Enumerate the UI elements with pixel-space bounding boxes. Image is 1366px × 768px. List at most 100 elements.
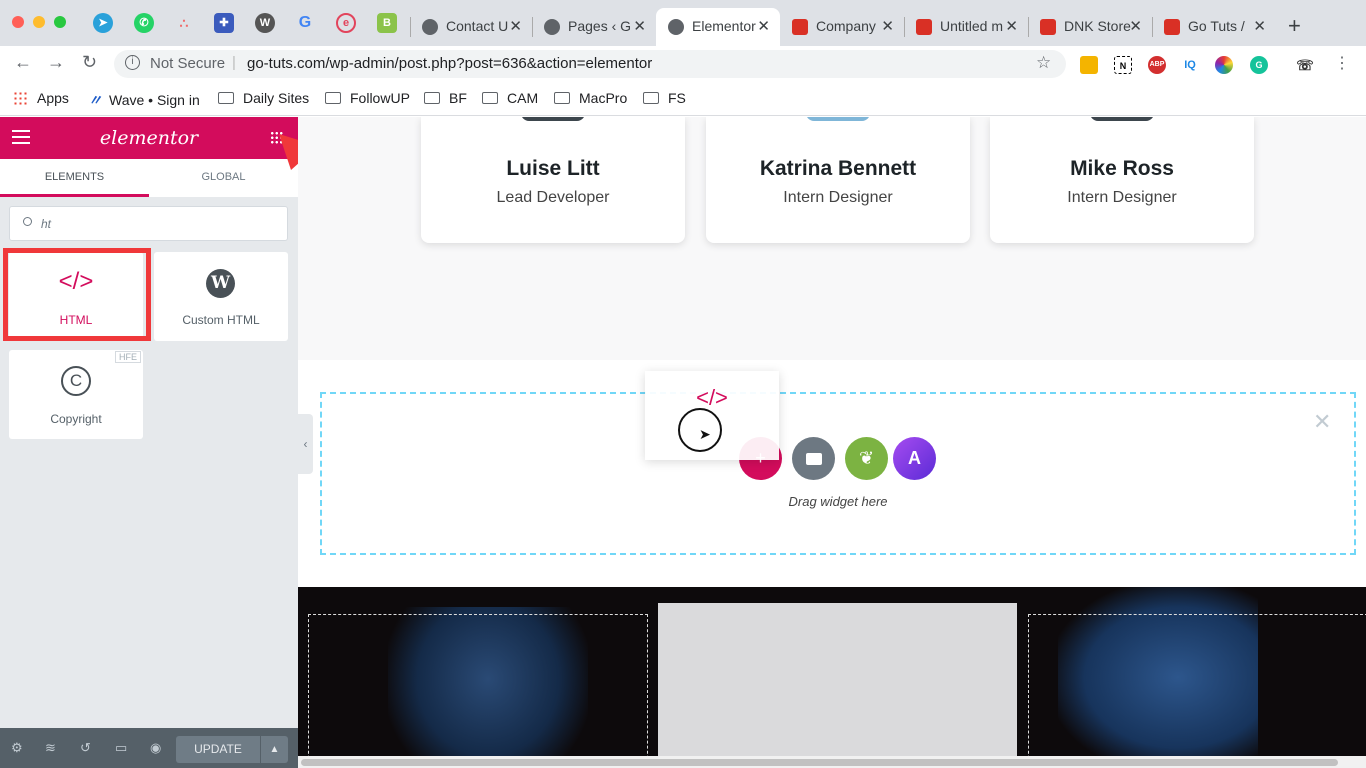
elementor-canvas: Luise Litt Lead Developer Katrina Bennet… — [298, 117, 1366, 768]
close-tab-icon[interactable]: ✕ — [1129, 17, 1142, 35]
maps-pin-icon — [916, 19, 932, 35]
globe-icon — [422, 19, 438, 35]
globe-icon — [668, 19, 684, 35]
history-icon[interactable]: ↺ — [80, 740, 91, 756]
bookmark-apps[interactable]: Apps — [13, 90, 69, 106]
browser-tab[interactable]: Company ✕ — [780, 8, 904, 46]
bookmark-folder-fs[interactable]: FS — [643, 90, 686, 106]
close-tab-icon[interactable]: ✕ — [1253, 17, 1266, 35]
url-text[interactable]: go-tuts.com/wp-admin/post.php?post=636&a… — [247, 55, 652, 72]
close-icon[interactable]: ✕ — [1313, 409, 1331, 435]
elementor-logo: elementor — [99, 127, 199, 149]
globe-icon — [544, 19, 560, 35]
search-icon — [23, 217, 32, 226]
bookmark-wave[interactable]: 〃 Wave • Sign in — [88, 90, 200, 110]
responsive-mode-icon[interactable]: ▭ — [115, 740, 127, 756]
close-tab-icon[interactable]: ✕ — [881, 17, 894, 35]
google-tab-icon[interactable]: G — [295, 13, 315, 33]
browser-tab[interactable]: Untitled m ✕ — [904, 8, 1028, 46]
team-card[interactable]: Katrina Bennett Intern Designer — [706, 117, 970, 243]
navigator-layers-icon[interactable]: ≋ — [45, 740, 56, 756]
forward-arrow-icon[interactable]: → — [47, 52, 65, 73]
content-box — [658, 603, 1017, 768]
browser-tab[interactable]: DNK Store ✕ — [1028, 8, 1152, 46]
wordpress-icon: W — [206, 269, 235, 298]
dragged-widget-ghost: </> ➤ — [645, 371, 779, 460]
address-bar[interactable]: i Not Secure | go-tuts.com/wp-admin/post… — [114, 50, 1066, 78]
whatsapp-tab-icon[interactable]: ✆ — [134, 13, 154, 33]
adblock-extension-icon[interactable]: ABP — [1148, 56, 1166, 74]
folder-icon — [325, 92, 341, 104]
settings-icon[interactable]: ⚙ — [11, 740, 23, 756]
folder-icon — [554, 92, 570, 104]
browser-tab[interactable]: Go Tuts / ✕ — [1152, 8, 1276, 46]
avatar — [521, 117, 585, 121]
browser-menu-icon[interactable]: ⋮ — [1334, 53, 1350, 73]
scrollbar-thumb[interactable] — [301, 759, 1338, 766]
close-tab-icon[interactable]: ✕ — [509, 17, 522, 35]
minimize-window-button[interactable] — [33, 16, 45, 28]
bookmark-folder-followup[interactable]: FollowUP — [325, 90, 410, 106]
folder-icon — [805, 453, 822, 465]
preview-eye-icon[interactable]: ◉ — [150, 740, 161, 756]
panel-header: elementor — [0, 117, 298, 159]
panel-tabs: ELEMENTS GLOBAL — [0, 159, 298, 197]
notion-extension-icon[interactable]: N — [1114, 56, 1132, 74]
bookmark-star-icon[interactable]: ☆ — [1036, 53, 1051, 73]
reload-icon[interactable]: ↻ — [82, 52, 97, 73]
envato-button[interactable]: ❦ — [845, 437, 888, 480]
drop-zone[interactable] — [320, 392, 1356, 555]
team-member-role: Intern Designer — [1067, 189, 1177, 206]
collapse-panel-toggle[interactable]: ‹ — [298, 414, 313, 474]
widget-search-input[interactable]: ht — [9, 206, 288, 241]
team-card[interactable]: Luise Litt Lead Developer — [421, 117, 685, 243]
color-wheel-extension-icon[interactable] — [1215, 56, 1233, 74]
astra-button[interactable]: A — [893, 437, 936, 480]
elementor-tab-icon[interactable]: e — [336, 13, 356, 33]
browser-tab-bar: ➤ ✆ ∴ ✚ W G e B Contact U ✕ Pages ‹ G ✕ … — [0, 0, 1366, 46]
bookmark-folder-bf[interactable]: BF — [424, 90, 467, 106]
update-button[interactable]: UPDATE — [176, 736, 260, 763]
new-tab-button[interactable]: + — [1288, 13, 1301, 39]
team-card[interactable]: Mike Ross Intern Designer — [990, 117, 1254, 243]
security-label: Not Secure — [150, 55, 226, 72]
browser-tab-active[interactable]: Elementor ✕ — [656, 8, 780, 46]
zoom-window-button[interactable] — [54, 16, 66, 28]
app-tab-icon[interactable]: ✚ — [214, 13, 234, 33]
add-template-button[interactable] — [792, 437, 835, 480]
widget-copyright[interactable]: HFE C Copyright — [9, 350, 143, 439]
iq-extension-icon[interactable]: IQ — [1181, 56, 1199, 74]
bootstrap-tab-icon[interactable]: B — [377, 13, 397, 33]
avatar — [806, 117, 870, 121]
avatar — [1090, 117, 1154, 121]
widget-custom-html[interactable]: W Custom HTML — [154, 252, 288, 341]
background-image-section — [298, 587, 1366, 768]
close-tab-icon[interactable]: ✕ — [757, 17, 770, 35]
browser-tab[interactable]: Contact U ✕ — [410, 8, 532, 46]
pointer-arrow-icon: ➤ — [699, 426, 711, 442]
profile-extension-icon[interactable]: ☏ — [1296, 56, 1314, 74]
bookmark-folder-macpro[interactable]: MacPro — [554, 90, 627, 106]
update-options-button[interactable]: ▲ — [261, 736, 288, 763]
code-icon: </> — [696, 385, 728, 410]
maps-pin-icon — [792, 19, 808, 35]
close-tab-icon[interactable]: ✕ — [1005, 17, 1018, 35]
copyright-icon: C — [61, 366, 91, 396]
telegram-tab-icon[interactable]: ➤ — [93, 13, 113, 33]
maps-pin-icon — [1164, 19, 1180, 35]
bookmark-folder-cam[interactable]: CAM — [482, 90, 538, 106]
bookmark-folder-daily-sites[interactable]: Daily Sites — [218, 90, 309, 106]
browser-tab[interactable]: Pages ‹ G ✕ — [532, 8, 656, 46]
back-arrow-icon[interactable]: ← — [14, 52, 32, 73]
grammarly-extension-icon[interactable]: G — [1250, 56, 1268, 74]
close-window-button[interactable] — [12, 16, 24, 28]
maps-pin-icon — [1040, 19, 1056, 35]
tab-elements[interactable]: ELEMENTS — [0, 159, 149, 197]
extension-icon[interactable] — [1080, 56, 1098, 74]
wordpress-tab-icon[interactable]: W — [255, 13, 275, 33]
asana-tab-icon[interactable]: ∴ — [174, 13, 194, 33]
close-tab-icon[interactable]: ✕ — [633, 17, 646, 35]
wave-icon: 〃 — [88, 92, 102, 108]
horizontal-scrollbar[interactable] — [298, 756, 1366, 768]
folder-icon — [482, 92, 498, 104]
